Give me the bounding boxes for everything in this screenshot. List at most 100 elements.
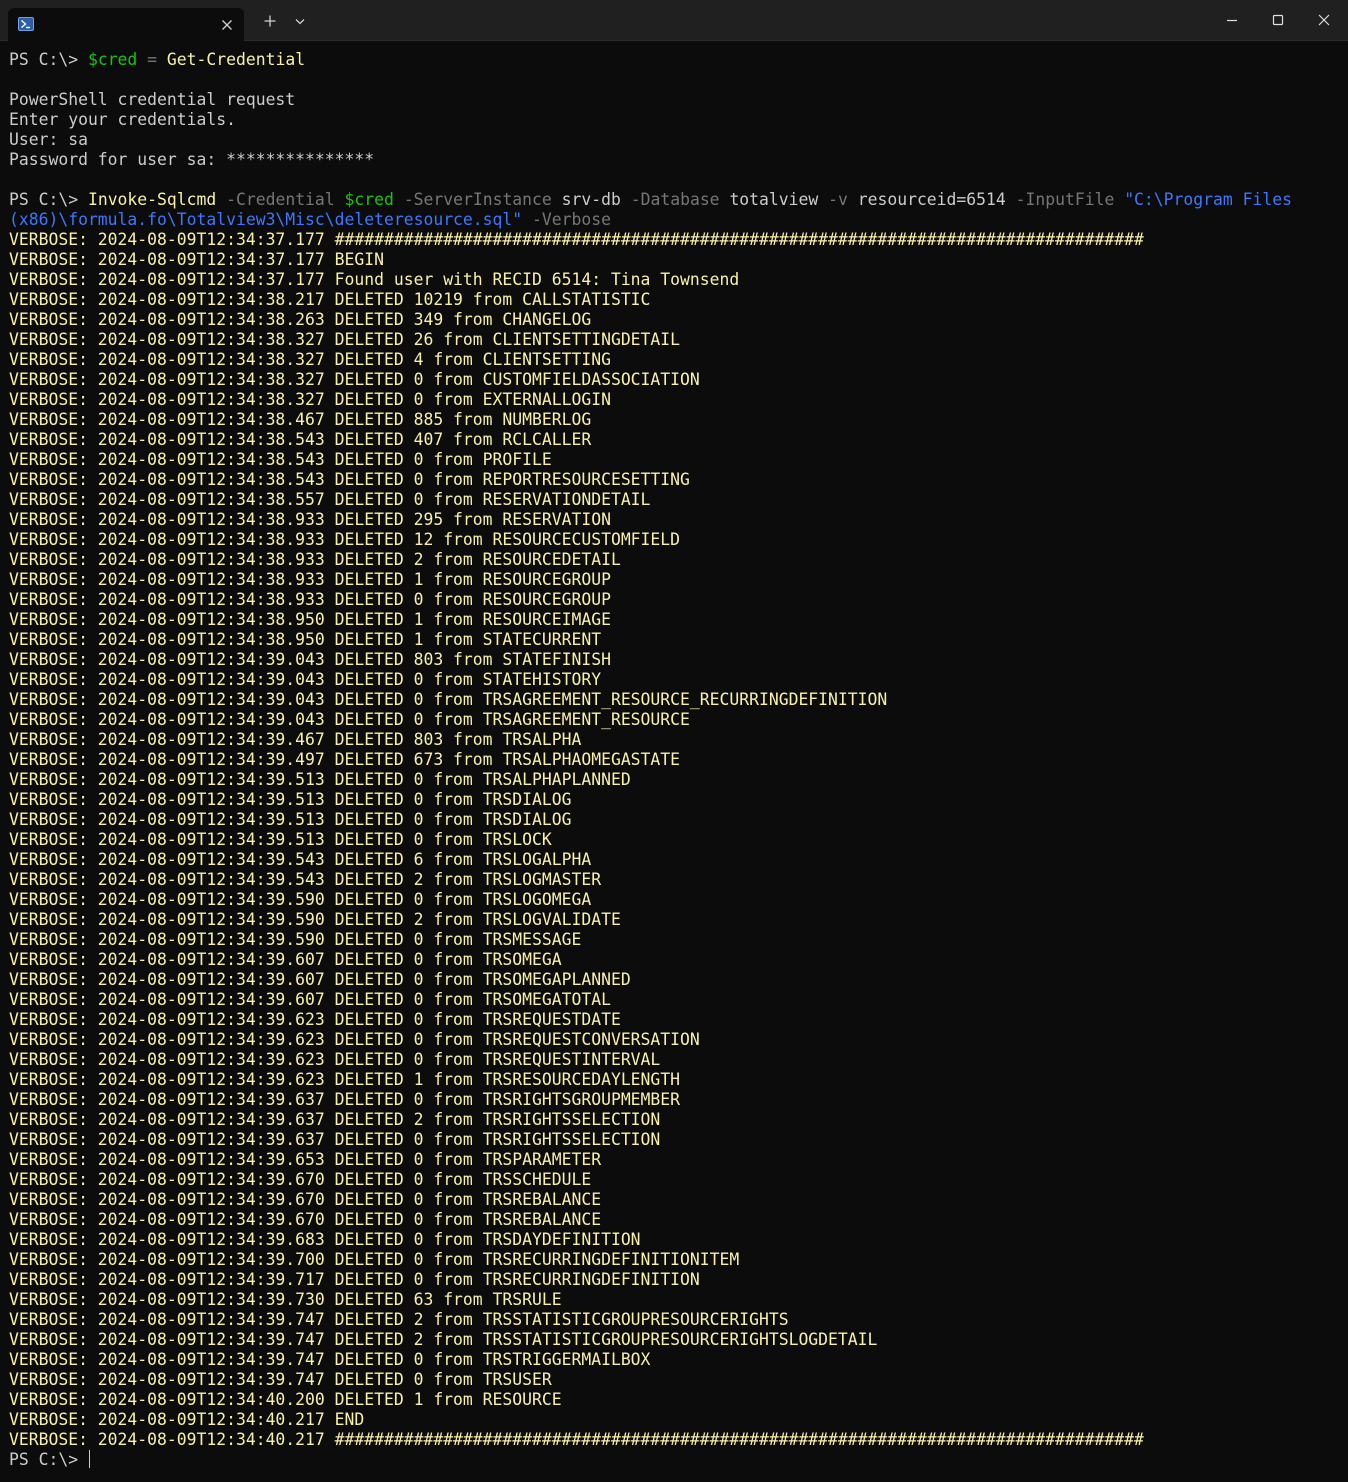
command-line-2: PS C:\> Invoke-Sqlcmd -Credential $cred … [9,190,1336,210]
verbose-line: VERBOSE: 2024-08-09T12:34:39.700 DELETED… [9,1250,740,1269]
verbose-line: VERBOSE: 2024-08-09T12:34:38.543 DELETED… [9,430,592,449]
parameter: -Credential [216,190,345,209]
title-bar [0,0,1348,41]
verbose-line: VERBOSE: 2024-08-09T12:34:39.637 DELETED… [9,1090,681,1109]
verbose-line: VERBOSE: 2024-08-09T12:34:39.607 DELETED… [9,970,631,989]
verbose-output: VERBOSE: 2024-08-09T12:34:37.177 #######… [9,230,1336,1450]
verbose-line: VERBOSE: 2024-08-09T12:34:39.717 DELETED… [9,1270,700,1289]
verbose-line: VERBOSE: 2024-08-09T12:34:39.543 DELETED… [9,870,602,889]
verbose-line: VERBOSE: 2024-08-09T12:34:39.590 DELETED… [9,890,592,909]
verbose-line: VERBOSE: 2024-08-09T12:34:39.513 DELETED… [9,810,572,829]
verbose-line: VERBOSE: 2024-08-09T12:34:39.670 DELETED… [9,1190,602,1209]
verbose-line: VERBOSE: 2024-08-09T12:34:39.590 DELETED… [9,930,582,949]
scrollbar[interactable] [1338,42,1348,1482]
verbose-line: VERBOSE: 2024-08-09T12:34:39.747 DELETED… [9,1310,789,1329]
string-argument: "C:\Program Files [1124,190,1292,209]
close-icon[interactable] [218,16,236,34]
operator: = [137,50,167,69]
verbose-line: VERBOSE: 2024-08-09T12:34:38.467 DELETED… [9,410,592,429]
verbose-line: VERBOSE: 2024-08-09T12:34:39.543 DELETED… [9,850,592,869]
minimize-icon[interactable] [1222,10,1242,30]
prompt: PS C:\> [9,50,88,69]
parameter: -Verbose [522,210,611,229]
verbose-line: VERBOSE: 2024-08-09T12:34:38.557 DELETED… [9,490,651,509]
verbose-line: VERBOSE: 2024-08-09T12:34:38.217 DELETED… [9,290,651,309]
parameter: -v [818,190,858,209]
terminal-output[interactable]: PS C:\> $cred = Get-Credential PowerShel… [9,50,1336,1482]
verbose-line: VERBOSE: 2024-08-09T12:34:39.747 DELETED… [9,1350,651,1369]
verbose-line: VERBOSE: 2024-08-09T12:34:40.217 END [9,1410,365,1429]
verbose-line: VERBOSE: 2024-08-09T12:34:39.653 DELETED… [9,1150,602,1169]
argument: resourceid=6514 [857,190,1006,209]
verbose-line: VERBOSE: 2024-08-09T12:34:39.623 DELETED… [9,1030,700,1049]
chevron-down-icon[interactable] [291,12,309,30]
verbose-line: VERBOSE: 2024-08-09T12:34:37.177 #######… [9,230,1144,249]
string-argument: (x86)\formula.fo\Totalview3\Misc\deleter… [9,210,523,229]
verbose-line: VERBOSE: 2024-08-09T12:34:38.950 DELETED… [9,630,602,649]
verbose-line: VERBOSE: 2024-08-09T12:34:39.623 DELETED… [9,1050,661,1069]
verbose-line: VERBOSE: 2024-08-09T12:34:39.590 DELETED… [9,910,621,929]
parameter: -InputFile [1005,190,1125,209]
verbose-line: VERBOSE: 2024-08-09T12:34:39.043 DELETED… [9,710,690,729]
verbose-line: VERBOSE: 2024-08-09T12:34:37.177 BEGIN [9,250,384,269]
verbose-line: VERBOSE: 2024-08-09T12:34:38.327 DELETED… [9,370,700,389]
argument: totalview [729,190,819,209]
verbose-line: VERBOSE: 2024-08-09T12:34:39.637 DELETED… [9,1110,661,1129]
verbose-line: VERBOSE: 2024-08-09T12:34:39.513 DELETED… [9,830,552,849]
prompt: PS C:\> [9,1450,88,1469]
verbose-line: VERBOSE: 2024-08-09T12:34:39.670 DELETED… [9,1210,602,1229]
close-icon[interactable] [1314,10,1334,30]
verbose-line: VERBOSE: 2024-08-09T12:34:39.043 DELETED… [9,650,611,669]
verbose-line: VERBOSE: 2024-08-09T12:34:38.543 DELETED… [9,470,690,489]
verbose-line: VERBOSE: 2024-08-09T12:34:37.177 Found u… [9,270,740,289]
verbose-line: VERBOSE: 2024-08-09T12:34:38.327 DELETED… [9,390,611,409]
command-line-1: PS C:\> $cred = Get-Credential [9,50,1336,70]
current-prompt-line[interactable]: PS C:\> [9,1450,1336,1470]
plus-icon[interactable] [261,12,279,30]
verbose-line: VERBOSE: 2024-08-09T12:34:40.200 DELETED… [9,1390,562,1409]
command-name: Get-Credential [166,50,306,69]
verbose-line: VERBOSE: 2024-08-09T12:34:39.730 DELETED… [9,1290,562,1309]
verbose-line: VERBOSE: 2024-08-09T12:34:38.933 DELETED… [9,530,681,549]
verbose-line: VERBOSE: 2024-08-09T12:34:39.683 DELETED… [9,1230,641,1249]
maximize-icon[interactable] [1268,10,1288,30]
verbose-line: VERBOSE: 2024-08-09T12:34:39.043 DELETED… [9,690,888,709]
verbose-line: VERBOSE: 2024-08-09T12:34:39.747 DELETED… [9,1330,878,1349]
tab-powershell[interactable] [8,8,244,41]
tab-title [44,15,214,33]
verbose-line: VERBOSE: 2024-08-09T12:34:39.607 DELETED… [9,950,562,969]
verbose-line: VERBOSE: 2024-08-09T12:34:38.933 DELETED… [9,510,611,529]
verbose-line: VERBOSE: 2024-08-09T12:34:39.513 DELETED… [9,770,631,789]
powershell-icon [18,16,34,32]
credential-line: PowerShell credential request [9,90,296,109]
parameter: -ServerInstance [393,190,562,209]
verbose-line: VERBOSE: 2024-08-09T12:34:39.623 DELETED… [9,1010,621,1029]
verbose-line: VERBOSE: 2024-08-09T12:34:38.933 DELETED… [9,570,611,589]
variable: $cred [87,50,138,69]
verbose-line: VERBOSE: 2024-08-09T12:34:38.327 DELETED… [9,330,681,349]
verbose-line: VERBOSE: 2024-08-09T12:34:38.933 DELETED… [9,590,611,609]
verbose-line: VERBOSE: 2024-08-09T12:34:39.607 DELETED… [9,990,611,1009]
verbose-line: VERBOSE: 2024-08-09T12:34:39.513 DELETED… [9,790,572,809]
text-cursor [88,1450,91,1468]
verbose-line: VERBOSE: 2024-08-09T12:34:39.043 DELETED… [9,670,602,689]
command-line-2-wrap: (x86)\formula.fo\Totalview3\Misc\deleter… [9,210,1336,230]
verbose-line: VERBOSE: 2024-08-09T12:34:39.623 DELETED… [9,1070,681,1089]
verbose-line: VERBOSE: 2024-08-09T12:34:39.670 DELETED… [9,1170,592,1189]
verbose-line: VERBOSE: 2024-08-09T12:34:38.950 DELETED… [9,610,611,629]
verbose-line: VERBOSE: 2024-08-09T12:34:38.327 DELETED… [9,350,611,369]
verbose-line: VERBOSE: 2024-08-09T12:34:39.747 DELETED… [9,1370,552,1389]
verbose-line: VERBOSE: 2024-08-09T12:34:39.637 DELETED… [9,1130,661,1149]
verbose-line: VERBOSE: 2024-08-09T12:34:39.497 DELETED… [9,750,681,769]
verbose-line: VERBOSE: 2024-08-09T12:34:38.933 DELETED… [9,550,621,569]
credential-line: User: sa [9,130,88,149]
parameter: -Database [620,190,730,209]
verbose-line: VERBOSE: 2024-08-09T12:34:38.543 DELETED… [9,450,552,469]
argument: srv-db [561,190,621,209]
credential-line: Enter your credentials. [9,110,236,129]
prompt: PS C:\> [9,190,88,209]
verbose-line: VERBOSE: 2024-08-09T12:34:40.217 #######… [9,1430,1144,1449]
verbose-line: VERBOSE: 2024-08-09T12:34:39.467 DELETED… [9,730,582,749]
